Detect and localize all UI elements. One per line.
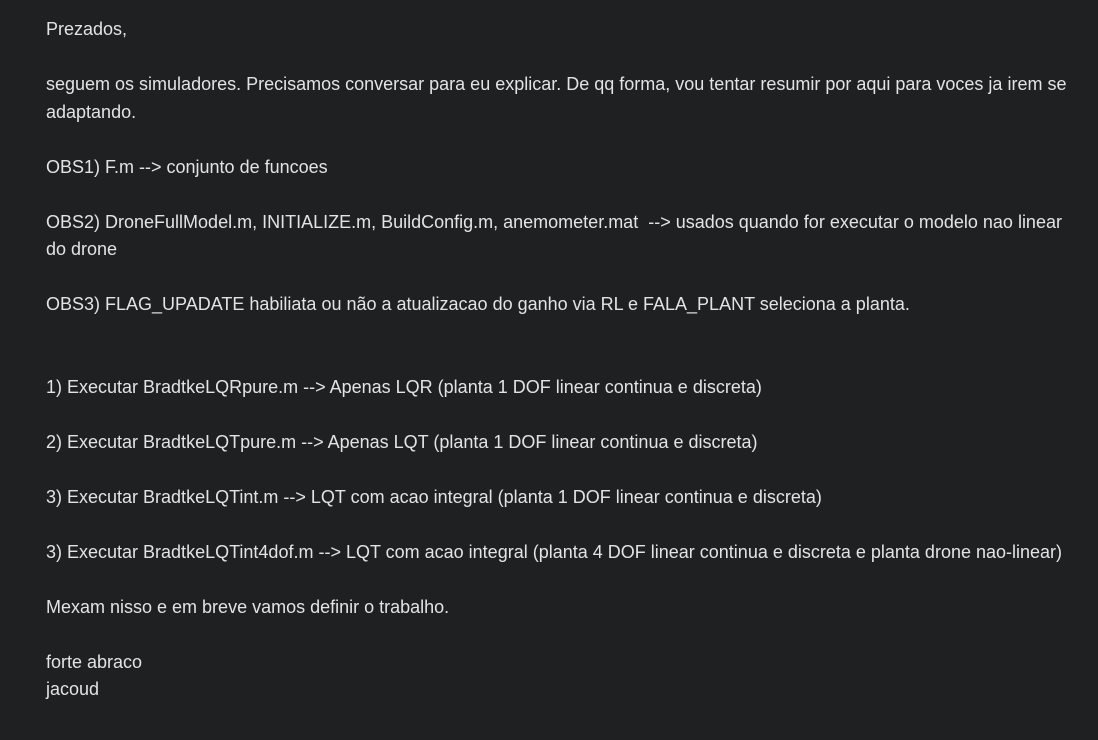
email-closing-note: Mexam nisso e em breve vamos definir o t… <box>46 596 450 617</box>
email-intro: seguem os simuladores. Precisamos conver… <box>46 74 1072 122</box>
email-obs3: OBS3) FLAG_UPADATE habiliata ou não a at… <box>46 294 910 314</box>
email-greeting: Prezados, <box>46 19 128 39</box>
email-obs1: OBS1) F.m --> conjunto de funcoes <box>46 156 328 177</box>
email-body: Prezados, seguem os simuladores. Precisa… <box>46 16 1078 704</box>
email-obs2: OBS2) DroneFullModel.m, INITIALIZE.m, Bu… <box>46 211 1067 260</box>
email-step-2: 2) Executar BradtkeLQTpure.m --> Apenas … <box>46 431 758 452</box>
email-step-3: 3) Executar BradtkeLQTint.m --> LQT com … <box>46 486 822 507</box>
email-signature: jacoud <box>46 679 100 699</box>
email-step-4: 3) Executar BradtkeLQTint4dof.m --> LQT … <box>46 541 1063 562</box>
email-step-1: 1) Executar BradtkeLQRpure.m --> Apenas … <box>46 376 762 397</box>
email-signoff: forte abraco <box>46 651 143 672</box>
